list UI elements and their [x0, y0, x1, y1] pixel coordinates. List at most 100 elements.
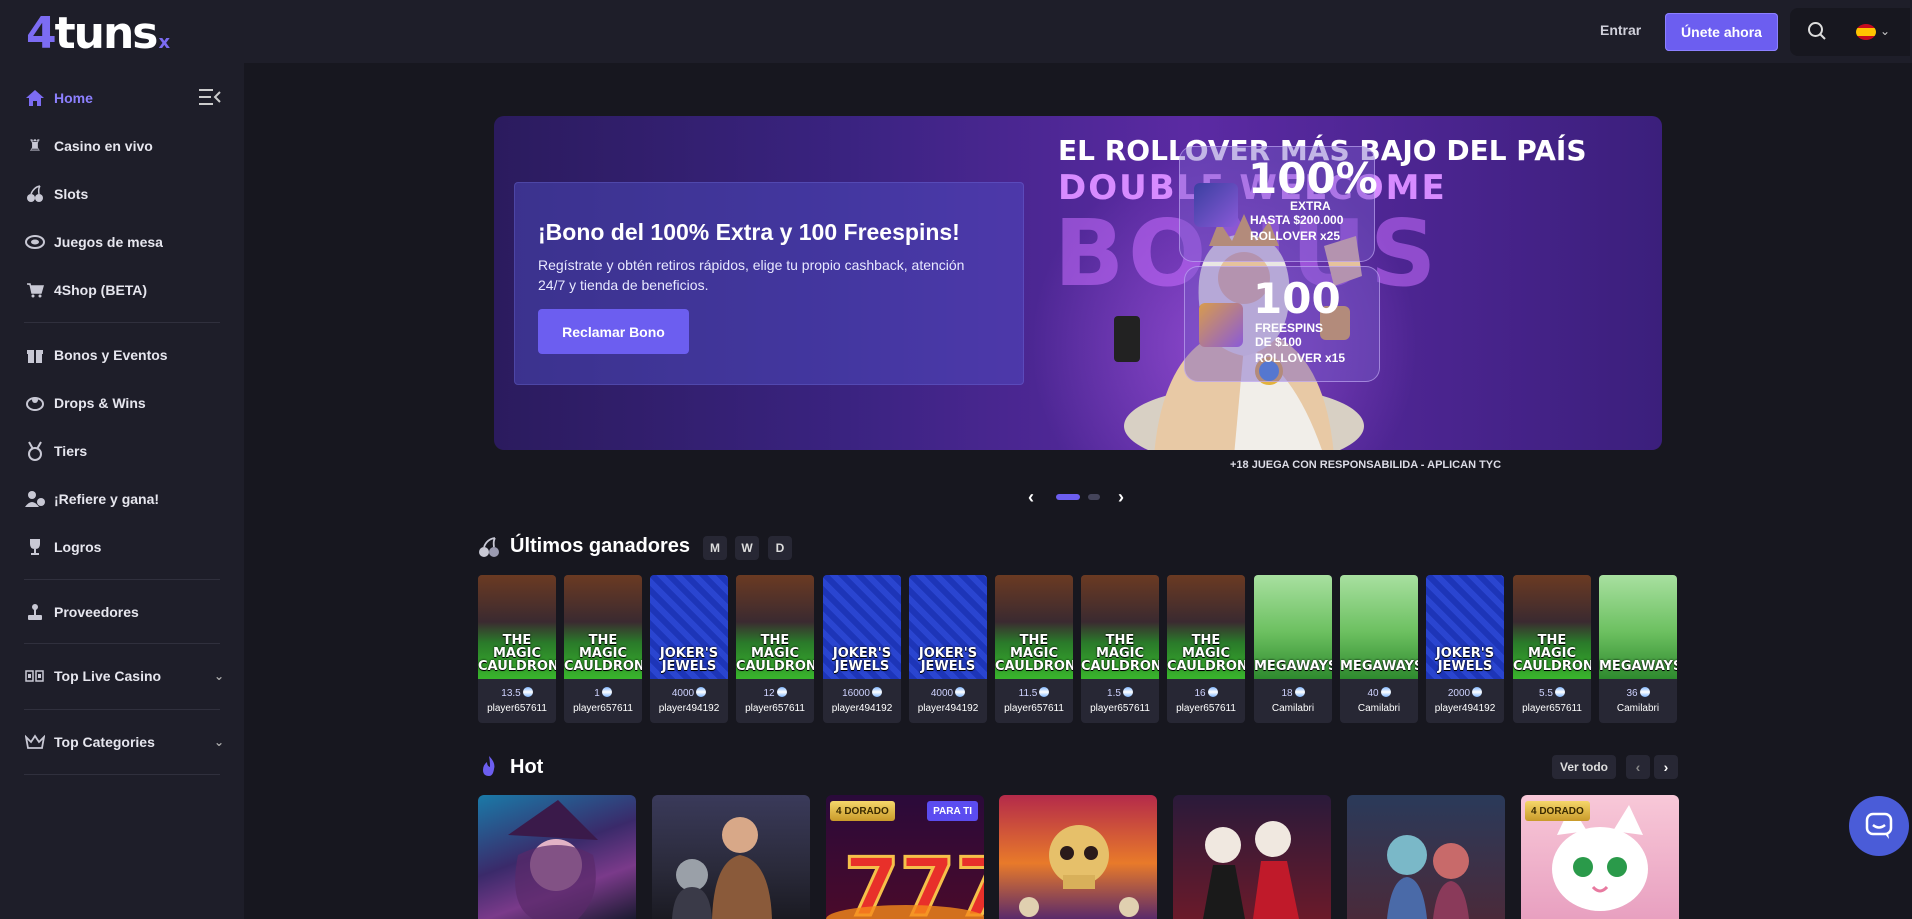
sidebar-item-label: Juegos de mesa: [54, 234, 163, 250]
offer-line: ROLLOVER x15: [1255, 351, 1346, 365]
sidebar-item-casino-en-vivo[interactable]: ♜ Casino en vivo: [24, 131, 224, 161]
sidebar-item-4shop[interactable]: 4Shop (BETA): [24, 275, 224, 305]
game-name: THE MAGIC CAULDRON: [995, 633, 1073, 674]
chevron-down-icon: ⌄: [213, 735, 224, 749]
argentina-coin-icon: [871, 687, 882, 697]
filter-week-button[interactable]: W: [735, 536, 759, 560]
filter-month-button[interactable]: M: [703, 536, 727, 560]
win-amount: 12: [736, 687, 814, 699]
argentina-coin-icon: [955, 687, 966, 697]
offer-big-value: 100%: [1248, 154, 1378, 203]
game-thumbnail: THE MAGIC CAULDRON: [564, 575, 642, 679]
sidebar-item-tiers[interactable]: Tiers: [24, 436, 224, 466]
carousel-dot-active[interactable]: [1056, 494, 1080, 500]
argentina-coin-icon: [1294, 687, 1305, 697]
carousel-dot[interactable]: [1088, 494, 1100, 500]
see-all-button[interactable]: Ver todo: [1552, 755, 1616, 779]
sidebar-item-label: Slots: [54, 186, 89, 202]
game-card-dia-muertos[interactable]: [1173, 795, 1331, 919]
win-amount: 13.5: [478, 687, 556, 699]
game-thumbnail: THE MAGIC CAULDRON: [736, 575, 814, 679]
winner-card[interactable]: MEGAWAYS 36 Camilabri: [1599, 575, 1677, 723]
join-button[interactable]: Únete ahora: [1665, 13, 1778, 51]
logo-suffix: x: [158, 32, 171, 53]
game-name: JOKER'S JEWELS: [918, 646, 978, 674]
win-amount-value: 16: [1194, 688, 1206, 699]
login-link[interactable]: Entrar: [1600, 22, 1641, 38]
sidebar-divider: [24, 322, 220, 323]
disclaimer-text: +18 JUEGA CON RESPONSABILIDA - APLICAN T…: [1230, 459, 1502, 471]
game-card-hunter[interactable]: [652, 795, 810, 919]
winner-card[interactable]: THE MAGIC CAULDRON 1 player657611: [564, 575, 642, 723]
carousel-next-arrow-icon[interactable]: ›: [1118, 487, 1124, 508]
promo-banner[interactable]: ¡Bono del 100% Extra y 100 Freespins! Re…: [494, 116, 1662, 450]
sidebar-item-bonos[interactable]: Bonos y Eventos: [24, 340, 224, 370]
winner-card[interactable]: JOKER'S JEWELS 16000 player494192: [823, 575, 901, 723]
spain-flag-icon[interactable]: [1856, 24, 1876, 40]
winner-card[interactable]: THE MAGIC CAULDRON 12 player657611: [736, 575, 814, 723]
win-amount-value: 16000: [842, 688, 870, 699]
sidebar-divider: [24, 709, 220, 710]
hot-next-button[interactable]: ›: [1654, 755, 1678, 779]
argentina-coin-icon: [1472, 687, 1483, 697]
win-amount-value: 40: [1367, 688, 1379, 699]
sidebar-item-home[interactable]: Home: [24, 83, 224, 113]
win-amount: 16: [1167, 687, 1245, 699]
game-card-witch[interactable]: [478, 795, 636, 919]
winner-card[interactable]: THE MAGIC CAULDRON 5.5 player657611: [1513, 575, 1591, 723]
skull-illustration: [1019, 825, 1139, 917]
carousel-prev-arrow-icon[interactable]: ‹: [1028, 487, 1034, 508]
game-thumbnail: MEGAWAYS: [1599, 575, 1677, 679]
filter-day-button[interactable]: D: [768, 536, 792, 560]
sidebar-item-drops-wins[interactable]: Drops & Wins: [24, 388, 224, 418]
sidebar-item-top-categories[interactable]: Top Categories ⌄: [24, 727, 224, 757]
chat-support-button[interactable]: [1849, 796, 1909, 856]
sidebar-divider: [24, 579, 220, 580]
winner-username: player494192: [658, 703, 720, 714]
winner-card[interactable]: JOKER'S JEWELS 2000 player494192: [1426, 575, 1504, 723]
chevron-down-icon: ⌄: [213, 669, 224, 683]
sidebar-item-label: Top Live Casino: [54, 668, 162, 684]
winner-card[interactable]: MEGAWAYS 18 Camilabri: [1254, 575, 1332, 723]
winner-username: Camilabri: [1616, 703, 1660, 714]
game-thumbnail: MEGAWAYS: [1254, 575, 1332, 679]
argentina-coin-icon: [776, 687, 787, 697]
sidebar-item-proveedores[interactable]: Proveedores: [24, 597, 224, 627]
winner-card[interactable]: JOKER'S JEWELS 4000 player494192: [909, 575, 987, 723]
game-name: THE MAGIC CAULDRON: [1513, 633, 1591, 674]
chevron-down-icon[interactable]: ⌄: [1880, 24, 1890, 38]
winner-card[interactable]: THE MAGIC CAULDRON 11.5 player657611: [995, 575, 1073, 723]
cherries-icon: [479, 537, 499, 557]
hunter-illustration: [672, 817, 772, 919]
chess-rook-icon: ♜: [27, 138, 43, 155]
winner-card[interactable]: THE MAGIC CAULDRON 13.5 player657611: [478, 575, 556, 723]
game-card-skull[interactable]: [999, 795, 1157, 919]
cherries-icon: [24, 183, 46, 205]
winner-username: player657611: [573, 703, 633, 714]
game-card-kids[interactable]: [1347, 795, 1505, 919]
sidebar-item-slots[interactable]: Slots: [24, 179, 224, 209]
winner-card[interactable]: THE MAGIC CAULDRON 1.5 player657611: [1081, 575, 1159, 723]
witch-illustration: [508, 800, 598, 919]
sidebar-item-logros[interactable]: Logros: [24, 532, 224, 562]
winner-card[interactable]: MEGAWAYS 40 Camilabri: [1340, 575, 1418, 723]
winner-username: player494192: [917, 703, 979, 714]
search-icon[interactable]: [1807, 21, 1827, 41]
game-name: THE MAGIC CAULDRON: [478, 633, 556, 674]
sidebar-item-label: Proveedores: [54, 604, 139, 620]
offer-card-freespins: 100 FREESPINS DE $100 ROLLOVER x15: [1184, 266, 1380, 382]
game-card-cat[interactable]: 4 DORADO: [1521, 795, 1679, 919]
win-amount-value: 1: [594, 688, 600, 699]
brand-logo[interactable]: 4tuns x: [26, 12, 171, 65]
winner-card[interactable]: JOKER'S JEWELS 4000 player494192: [650, 575, 728, 723]
sidebar-item-juegos-de-mesa[interactable]: Juegos de mesa: [24, 227, 224, 257]
chat-bubble-icon: [1865, 812, 1893, 839]
claim-bonus-button[interactable]: Reclamar Bono: [538, 309, 689, 354]
sidebar-item-refiere[interactable]: ¡Refiere y gana!: [24, 484, 224, 514]
hot-prev-button[interactable]: ‹: [1626, 755, 1650, 779]
game-card-sevens[interactable]: 777 4 DORADO PARA TI: [826, 795, 984, 919]
sidebar-item-top-live-casino[interactable]: Top Live Casino ⌄: [24, 661, 224, 691]
promo-description: Regístrate y obtén retiros rápidos, elig…: [538, 257, 965, 293]
winner-username: player657611: [1004, 703, 1064, 714]
winner-card[interactable]: THE MAGIC CAULDRON 16 player657611: [1167, 575, 1245, 723]
